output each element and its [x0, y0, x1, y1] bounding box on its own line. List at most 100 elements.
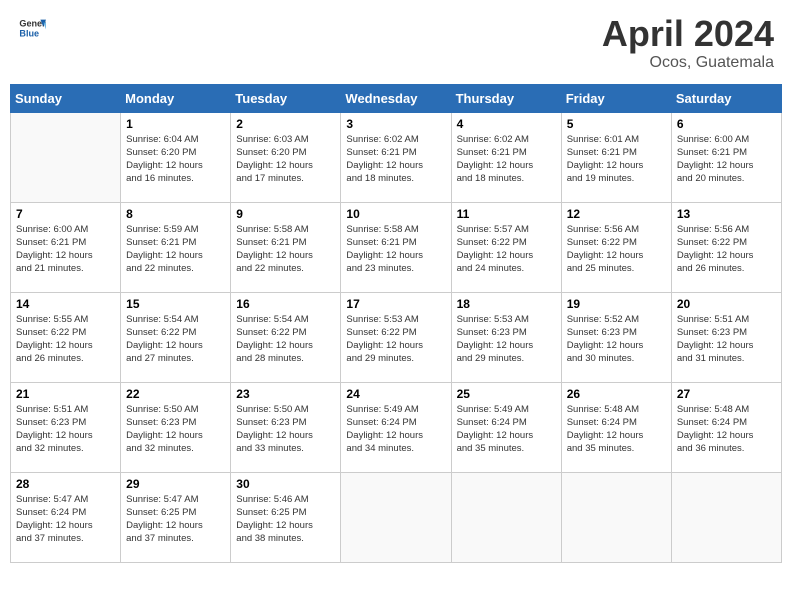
day-number: 11 [457, 207, 556, 221]
calendar-cell: 19 Sunrise: 5:52 AM Sunset: 6:23 PM Dayli… [561, 292, 671, 382]
day-number: 14 [16, 297, 115, 311]
day-number: 4 [457, 117, 556, 131]
day-info: Sunrise: 5:47 AM Sunset: 6:25 PM Dayligh… [126, 493, 225, 546]
day-number: 5 [567, 117, 666, 131]
calendar-cell: 27 Sunrise: 5:48 AM Sunset: 6:24 PM Dayli… [671, 382, 781, 472]
column-header-thursday: Thursday [451, 84, 561, 112]
day-number: 1 [126, 117, 225, 131]
calendar-table: SundayMondayTuesdayWednesdayThursdayFrid… [10, 84, 782, 563]
column-header-saturday: Saturday [671, 84, 781, 112]
column-header-monday: Monday [121, 84, 231, 112]
calendar-cell: 11 Sunrise: 5:57 AM Sunset: 6:22 PM Dayli… [451, 202, 561, 292]
calendar-cell: 9 Sunrise: 5:58 AM Sunset: 6:21 PM Daylig… [231, 202, 341, 292]
day-number: 19 [567, 297, 666, 311]
week-row-1: 1 Sunrise: 6:04 AM Sunset: 6:20 PM Daylig… [11, 112, 782, 202]
day-number: 6 [677, 117, 776, 131]
week-row-2: 7 Sunrise: 6:00 AM Sunset: 6:21 PM Daylig… [11, 202, 782, 292]
calendar-cell: 8Sunrise: 5:59 AM Sunset: 6:21 PM Daylig… [121, 202, 231, 292]
column-header-friday: Friday [561, 84, 671, 112]
day-info: Sunrise: 5:48 AM Sunset: 6:24 PM Dayligh… [567, 403, 666, 456]
day-info: Sunrise: 5:51 AM Sunset: 6:23 PM Dayligh… [16, 403, 115, 456]
day-info: Sunrise: 5:55 AM Sunset: 6:22 PM Dayligh… [16, 313, 115, 366]
calendar-cell: 10Sunrise: 5:58 AM Sunset: 6:21 PM Dayli… [341, 202, 451, 292]
day-number: 16 [236, 297, 335, 311]
logo-icon: General Blue [18, 14, 46, 42]
day-info: Sunrise: 5:51 AM Sunset: 6:23 PM Dayligh… [677, 313, 776, 366]
calendar-cell: 5 Sunrise: 6:01 AM Sunset: 6:21 PM Daylig… [561, 112, 671, 202]
day-number: 24 [346, 387, 445, 401]
day-number: 26 [567, 387, 666, 401]
column-header-tuesday: Tuesday [231, 84, 341, 112]
day-number: 21 [16, 387, 115, 401]
week-row-4: 21 Sunrise: 5:51 AM Sunset: 6:23 PM Dayli… [11, 382, 782, 472]
day-info: Sunrise: 5:49 AM Sunset: 6:24 PM Dayligh… [346, 403, 445, 456]
calendar-cell: 13Sunrise: 5:56 AM Sunset: 6:22 PM Dayli… [671, 202, 781, 292]
day-number: 13 [677, 207, 776, 221]
calendar-cell: 22 Sunrise: 5:50 AM Sunset: 6:23 PM Dayli… [121, 382, 231, 472]
calendar-cell: 28 Sunrise: 5:47 AM Sunset: 6:24 PM Dayli… [11, 472, 121, 562]
week-row-3: 14 Sunrise: 5:55 AM Sunset: 6:22 PM Dayli… [11, 292, 782, 382]
day-number: 25 [457, 387, 556, 401]
day-number: 12 [567, 207, 666, 221]
day-number: 28 [16, 477, 115, 491]
calendar-cell [671, 472, 781, 562]
calendar-cell: 6 Sunrise: 6:00 AM Sunset: 6:21 PM Daylig… [671, 112, 781, 202]
calendar-cell: 29 Sunrise: 5:47 AM Sunset: 6:25 PM Dayli… [121, 472, 231, 562]
day-info: Sunrise: 5:50 AM Sunset: 6:23 PM Dayligh… [126, 403, 225, 456]
calendar-cell [451, 472, 561, 562]
header-row: SundayMondayTuesdayWednesdayThursdayFrid… [11, 84, 782, 112]
calendar-cell: 23Sunrise: 5:50 AM Sunset: 6:23 PM Dayli… [231, 382, 341, 472]
day-number: 15 [126, 297, 225, 311]
day-info: Sunrise: 5:56 AM Sunset: 6:22 PM Dayligh… [567, 223, 666, 276]
calendar-cell: 25 Sunrise: 5:49 AM Sunset: 6:24 PM Dayli… [451, 382, 561, 472]
day-info: Sunrise: 5:46 AM Sunset: 6:25 PM Dayligh… [236, 493, 335, 546]
day-info: Sunrise: 5:54 AM Sunset: 6:22 PM Dayligh… [236, 313, 335, 366]
day-number: 7 [16, 207, 115, 221]
day-info: Sunrise: 6:00 AM Sunset: 6:21 PM Dayligh… [677, 133, 776, 186]
day-info: Sunrise: 6:02 AM Sunset: 6:21 PM Dayligh… [457, 133, 556, 186]
calendar-cell: 7 Sunrise: 6:00 AM Sunset: 6:21 PM Daylig… [11, 202, 121, 292]
calendar-cell: 2 Sunrise: 6:03 AM Sunset: 6:20 PM Daylig… [231, 112, 341, 202]
day-number: 18 [457, 297, 556, 311]
day-info: Sunrise: 5:57 AM Sunset: 6:22 PM Dayligh… [457, 223, 556, 276]
calendar-cell: 26 Sunrise: 5:48 AM Sunset: 6:24 PM Dayli… [561, 382, 671, 472]
day-info: Sunrise: 5:52 AM Sunset: 6:23 PM Dayligh… [567, 313, 666, 366]
calendar-cell: 1 Sunrise: 6:04 AM Sunset: 6:20 PM Daylig… [121, 112, 231, 202]
calendar-cell: 30 Sunrise: 5:46 AM Sunset: 6:25 PM Dayli… [231, 472, 341, 562]
day-info: Sunrise: 6:00 AM Sunset: 6:21 PM Dayligh… [16, 223, 115, 276]
day-info: Sunrise: 5:49 AM Sunset: 6:24 PM Dayligh… [457, 403, 556, 456]
day-info: Sunrise: 6:03 AM Sunset: 6:20 PM Dayligh… [236, 133, 335, 186]
day-number: 20 [677, 297, 776, 311]
day-number: 30 [236, 477, 335, 491]
calendar-cell: 18Sunrise: 5:53 AM Sunset: 6:23 PM Dayli… [451, 292, 561, 382]
day-info: Sunrise: 5:50 AM Sunset: 6:23 PM Dayligh… [236, 403, 335, 456]
calendar-cell: 16 Sunrise: 5:54 AM Sunset: 6:22 PM Dayli… [231, 292, 341, 382]
day-number: 22 [126, 387, 225, 401]
column-header-wednesday: Wednesday [341, 84, 451, 112]
day-info: Sunrise: 5:47 AM Sunset: 6:24 PM Dayligh… [16, 493, 115, 546]
column-header-sunday: Sunday [11, 84, 121, 112]
calendar-cell: 3Sunrise: 6:02 AM Sunset: 6:21 PM Daylig… [341, 112, 451, 202]
calendar-cell: 24 Sunrise: 5:49 AM Sunset: 6:24 PM Dayli… [341, 382, 451, 472]
svg-text:Blue: Blue [19, 28, 39, 38]
location: Ocos, Guatemala [602, 54, 774, 72]
day-number: 8 [126, 207, 225, 221]
day-info: Sunrise: 5:58 AM Sunset: 6:21 PM Dayligh… [236, 223, 335, 276]
day-number: 2 [236, 117, 335, 131]
calendar-cell: 21 Sunrise: 5:51 AM Sunset: 6:23 PM Dayli… [11, 382, 121, 472]
day-number: 27 [677, 387, 776, 401]
week-row-5: 28 Sunrise: 5:47 AM Sunset: 6:24 PM Dayli… [11, 472, 782, 562]
calendar-cell: 14 Sunrise: 5:55 AM Sunset: 6:22 PM Dayli… [11, 292, 121, 382]
calendar-cell [341, 472, 451, 562]
calendar-cell: 15Sunrise: 5:54 AM Sunset: 6:22 PM Dayli… [121, 292, 231, 382]
day-number: 9 [236, 207, 335, 221]
calendar-cell [561, 472, 671, 562]
day-info: Sunrise: 6:04 AM Sunset: 6:20 PM Dayligh… [126, 133, 225, 186]
calendar-cell: 20 Sunrise: 5:51 AM Sunset: 6:23 PM Dayli… [671, 292, 781, 382]
day-number: 29 [126, 477, 225, 491]
day-info: Sunrise: 6:01 AM Sunset: 6:21 PM Dayligh… [567, 133, 666, 186]
day-info: Sunrise: 5:48 AM Sunset: 6:24 PM Dayligh… [677, 403, 776, 456]
calendar-cell: 17Sunrise: 5:53 AM Sunset: 6:22 PM Dayli… [341, 292, 451, 382]
day-number: 10 [346, 207, 445, 221]
calendar-cell [11, 112, 121, 202]
